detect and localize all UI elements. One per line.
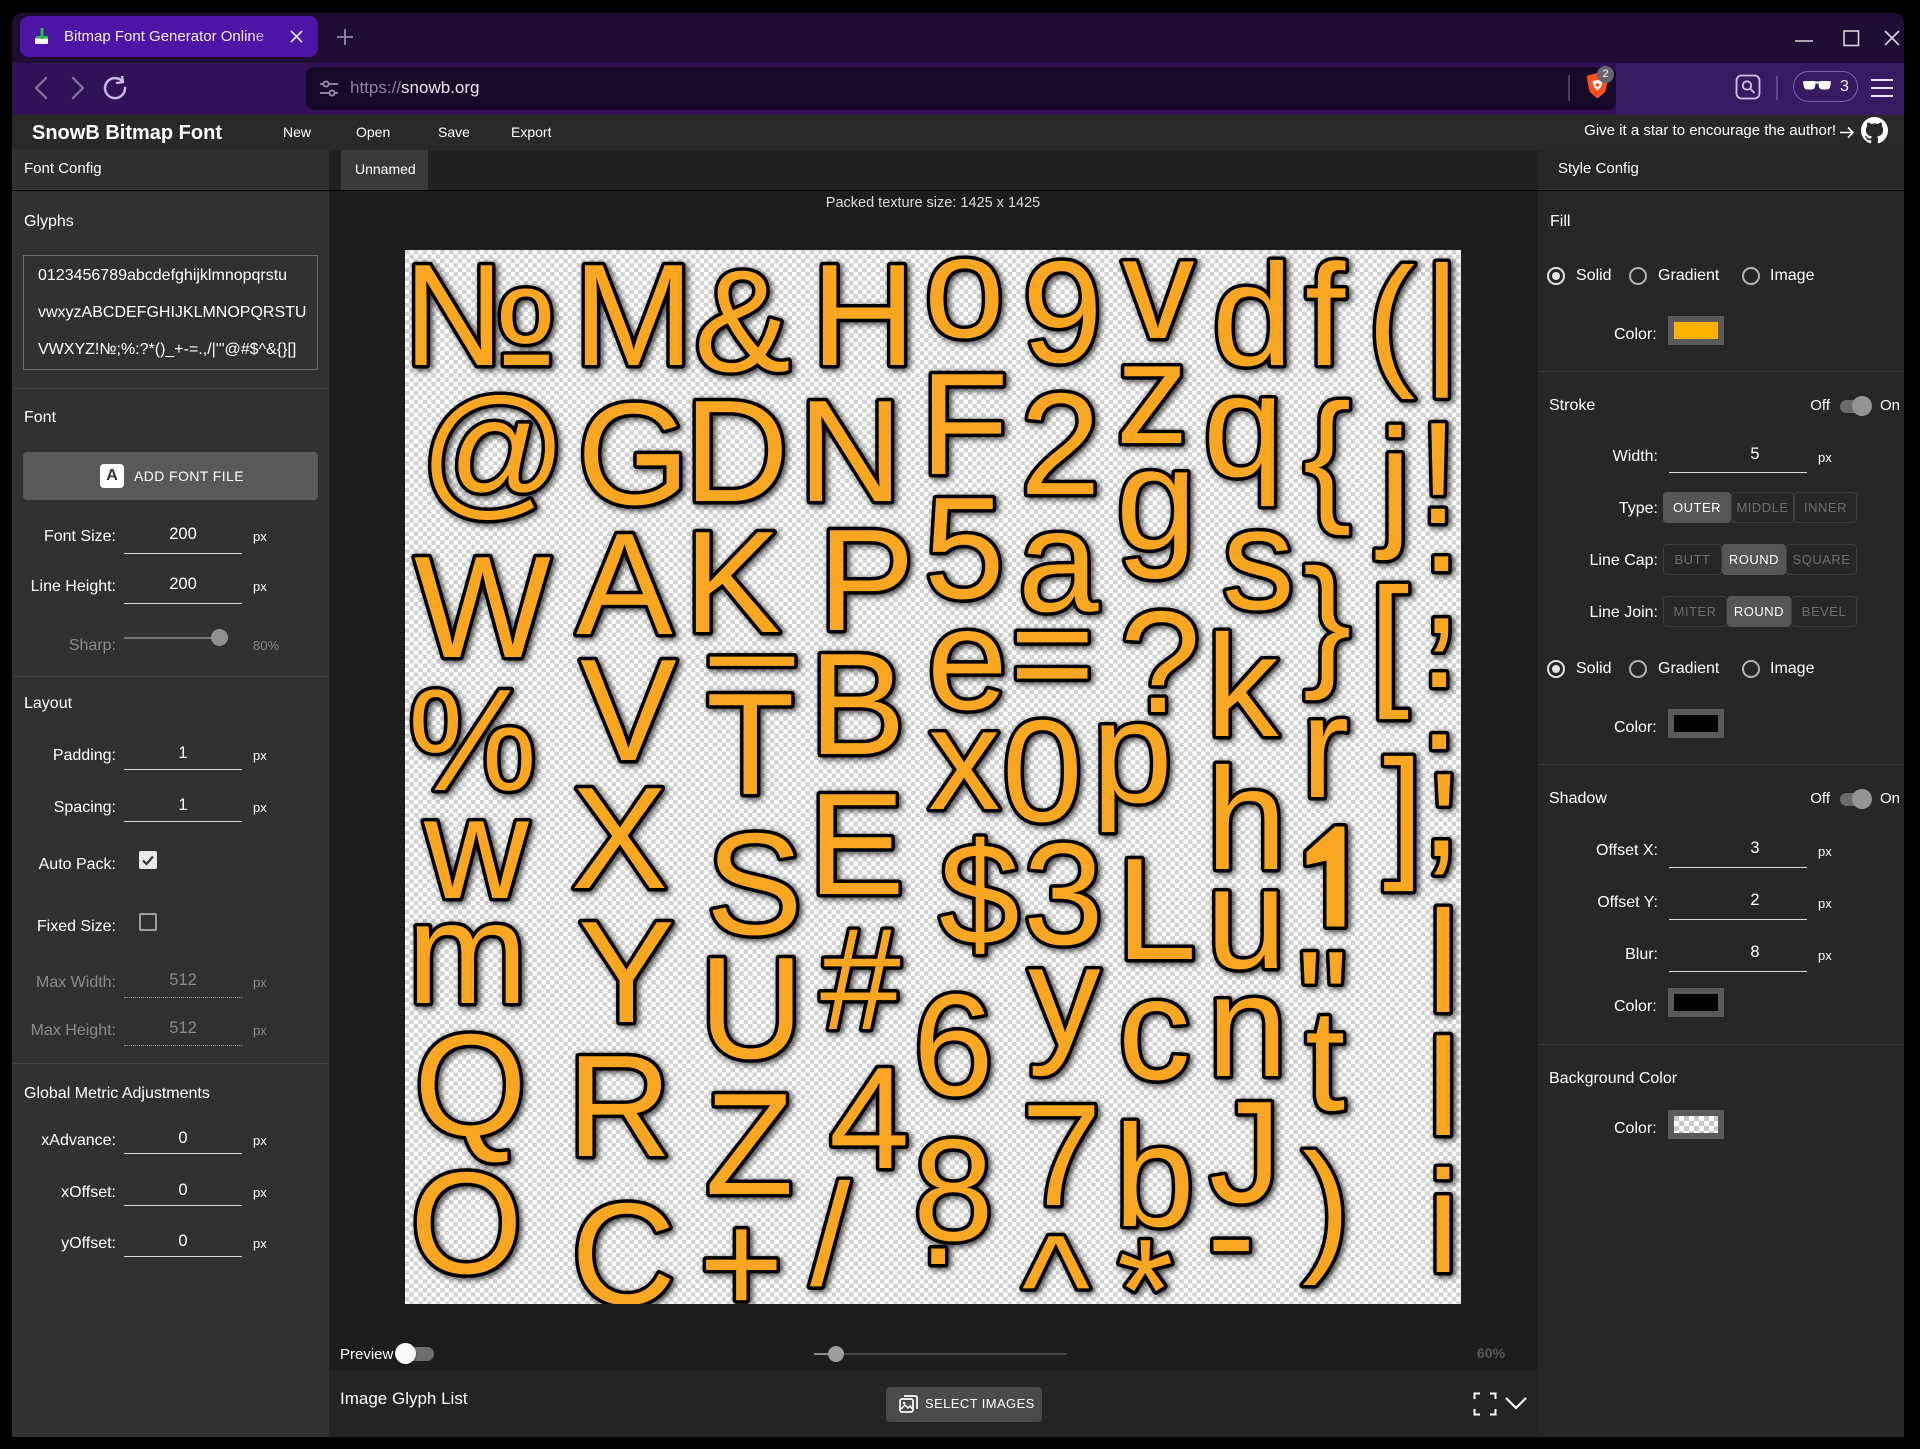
svg-text:_: _ bbox=[709, 506, 795, 668]
svg-text:y: y bbox=[1028, 915, 1101, 1077]
svg-text:,: , bbox=[1421, 725, 1461, 887]
svg-text:O: O bbox=[410, 1142, 523, 1304]
svg-text:^: ^ bbox=[1022, 1205, 1090, 1304]
svg-text:j: j bbox=[1375, 399, 1411, 561]
svg-text:|: | bbox=[1423, 250, 1461, 398]
svg-text:*: * bbox=[1117, 1209, 1173, 1304]
svg-text:[: [ bbox=[1369, 558, 1409, 720]
svg-text:+: + bbox=[699, 1182, 784, 1304]
svg-text:]: ] bbox=[1383, 730, 1423, 892]
svg-text:t: t bbox=[1305, 979, 1345, 1141]
svg-text:/: / bbox=[810, 1154, 851, 1304]
svg-text:6: 6 bbox=[913, 964, 994, 1126]
svg-text:): ) bbox=[1302, 1124, 1350, 1286]
svg-text:#: # bbox=[820, 898, 901, 1060]
svg-text:-: - bbox=[1207, 1153, 1255, 1304]
svg-text:c: c bbox=[1118, 948, 1191, 1110]
svg-text:i: i bbox=[1427, 1141, 1459, 1303]
svg-text:p: p bbox=[1092, 671, 1173, 833]
svg-text:r: r bbox=[1301, 666, 1349, 828]
svg-text:R: R bbox=[567, 1025, 672, 1187]
svg-text:B: B bbox=[809, 623, 906, 785]
svg-text:.: . bbox=[918, 1133, 958, 1295]
svg-text:{: { bbox=[1303, 374, 1351, 536]
svg-text:C: C bbox=[571, 1173, 676, 1304]
svg-text:g: g bbox=[1116, 418, 1197, 580]
svg-text:T: T bbox=[706, 663, 795, 825]
svg-text:@: @ bbox=[420, 369, 567, 531]
svg-text:(: ( bbox=[1367, 250, 1415, 400]
